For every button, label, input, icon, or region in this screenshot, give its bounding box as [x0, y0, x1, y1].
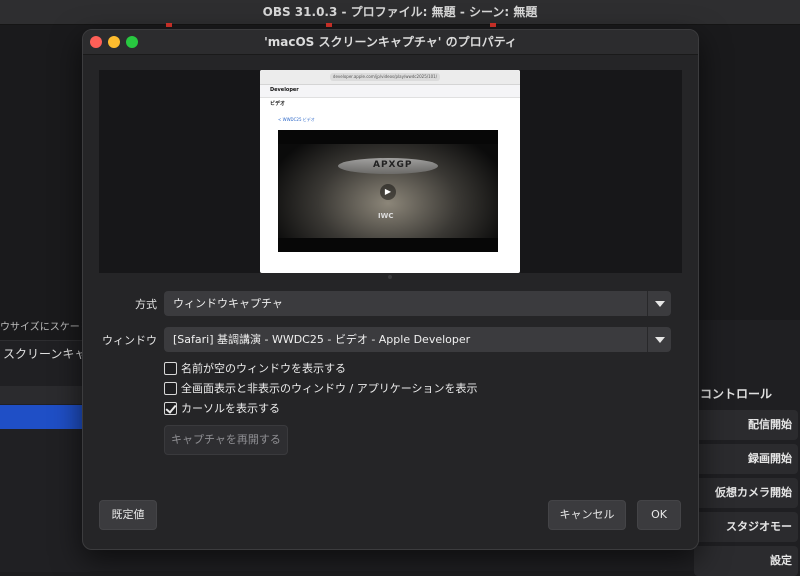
- record-indicator: [326, 23, 332, 27]
- start-recording-button[interactable]: 録画開始: [694, 444, 798, 474]
- checkmark-icon[interactable]: [164, 402, 177, 415]
- source-item-title[interactable]: スクリーンキャプチ: [0, 345, 93, 369]
- play-icon: ▶: [380, 184, 396, 200]
- bottom-dock-strip: [90, 548, 690, 571]
- sponsor-text: IWC: [378, 212, 394, 220]
- method-label: 方式: [135, 298, 157, 311]
- properties-dialog: 'macOS スクリーンキャプチャ' のプロパティ developer.appl…: [82, 29, 699, 550]
- method-select[interactable]: ウィンドウキャプチャ: [164, 291, 671, 316]
- window-select[interactable]: [Safari] 基調講演 - WWDC25 - ビデオ - Apple Dev…: [164, 327, 671, 352]
- preview-address-bar: developer.apple.com/jp/videos/play/wwdc2…: [330, 73, 440, 81]
- dialog-title: 'macOS スクリーンキャプチャ' のプロパティ: [264, 35, 517, 49]
- record-indicator: [166, 23, 172, 27]
- window-select-value: [Safari] 基調講演 - WWDC25 - ビデオ - Apple Dev…: [173, 333, 471, 346]
- main-window-title: OBS 31.0.3 - プロファイル: 無題 - シーン: 無題: [0, 0, 800, 25]
- preview-browser-toolbar: developer.apple.com/jp/videos/play/wwdc2…: [260, 70, 520, 85]
- chevron-down-icon: [647, 327, 671, 352]
- dialog-titlebar: 'macOS スクリーンキャプチャ' のプロパティ: [83, 30, 698, 55]
- video-letterbox-bottom: [278, 238, 498, 252]
- sources-panel: [0, 340, 90, 572]
- start-virtual-camera-button[interactable]: 仮想カメラ開始: [694, 478, 798, 508]
- window-label: ウィンドウ: [102, 334, 157, 347]
- settings-button[interactable]: 設定: [694, 546, 798, 576]
- checkbox-unchecked-icon[interactable]: [164, 362, 177, 375]
- preview-back-link: < WWDC25 ビデオ: [278, 117, 315, 122]
- checkbox-label: 全画面表示と非表示のウィンドウ / アプリケーションを表示: [181, 382, 478, 395]
- sources-header: [0, 386, 90, 404]
- record-indicator: [490, 23, 496, 27]
- studio-mode-button[interactable]: スタジオモー: [694, 512, 798, 542]
- restart-capture-button[interactable]: キャプチャを再開する: [164, 425, 288, 455]
- selected-source-row[interactable]: [0, 405, 82, 429]
- start-streaming-button[interactable]: 配信開始: [694, 410, 798, 440]
- preview-video-frame: APXGP IWC ▶: [278, 130, 498, 252]
- preview-site-nav: [260, 85, 520, 98]
- captured-window-preview: developer.apple.com/jp/videos/play/wwdc2…: [260, 70, 520, 273]
- checkbox-label: カーソルを表示する: [181, 402, 280, 415]
- checkbox-label: 名前が空のウィンドウを表示する: [181, 362, 346, 375]
- preview-subheading: ビデオ: [270, 101, 286, 107]
- ok-button[interactable]: OK: [637, 500, 681, 530]
- visor-text: APXGP: [373, 160, 413, 170]
- chevron-down-icon: [647, 291, 671, 316]
- checkbox-unchecked-icon[interactable]: [164, 382, 177, 395]
- method-select-value: ウィンドウキャプチャ: [173, 297, 283, 310]
- video-letterbox-top: [278, 130, 498, 144]
- defaults-button[interactable]: 既定値: [99, 500, 157, 530]
- preview-splitter-handle[interactable]: [388, 275, 392, 279]
- controls-title: コントロール: [700, 387, 773, 401]
- preview-brand: Developer: [270, 87, 299, 93]
- cancel-button[interactable]: キャンセル: [548, 500, 626, 530]
